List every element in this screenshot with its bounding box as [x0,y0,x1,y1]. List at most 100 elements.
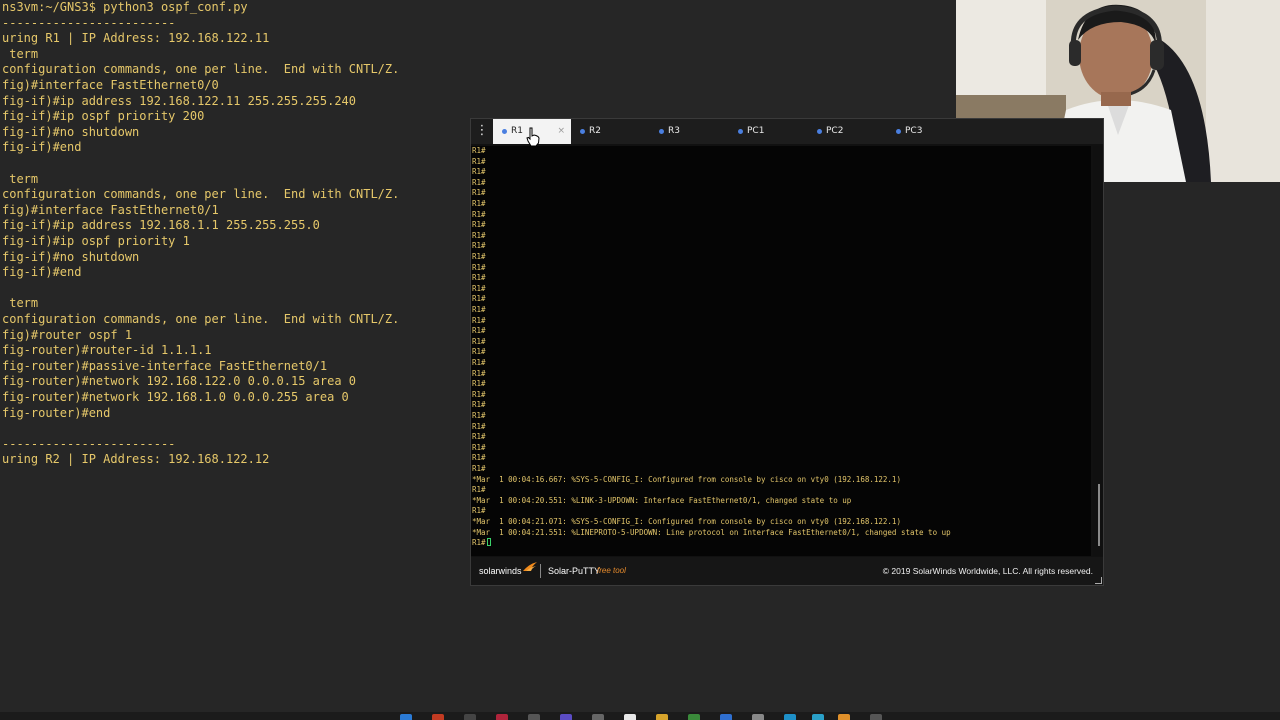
console-line-text: R1# [472,400,486,410]
console-line: R1# [472,369,486,380]
console-line-text: R1# [472,252,486,261]
taskbar-app-icon[interactable] [688,714,700,720]
terminal-line: fig)#router ospf 1 [2,327,133,342]
taskbar-app-icon[interactable] [592,714,604,720]
scrollbar-thumb[interactable] [1098,484,1100,546]
console-line-text: R1# [472,177,486,187]
tab-label: R3 [668,126,680,136]
taskbar-app-icon[interactable] [720,714,732,720]
console-line: R1# [472,263,486,274]
taskbar-app-icon[interactable] [752,714,764,720]
console-line: R1# [472,337,486,348]
console-line-text: R1# [472,432,486,442]
console-line-text: R1# [472,230,486,240]
taskbar-app-icon[interactable] [560,714,572,720]
taskbar-app-icon[interactable] [784,714,796,720]
tab-pc1[interactable]: PC1 [729,119,807,144]
terminal-line: fig-router)#network 192.168.122.0 0.0.0.… [2,374,357,389]
scrollbar[interactable] [1093,146,1103,556]
taskbar [0,712,1280,720]
putty-window: ⋮ R1 × R2 R3 PC1 PC2 PC3 R1# R1# R1# R1# R1# R1# R1#… [470,118,1104,586]
tab-pc3[interactable]: PC3 [887,119,965,144]
console-line: R1# [472,422,486,433]
terminal-line: fig-router)#end [2,405,111,420]
taskbar-app-icon[interactable] [496,714,508,720]
console-line: R1# [472,167,486,178]
taskbar-app-icon[interactable] [464,714,476,720]
terminal-line: fig-router)#passive-interface FastEthern… [2,358,328,373]
product-name: Solar-PuTTY [548,566,601,576]
console-line-text: R1# [472,358,486,367]
console-line: R1# [472,443,486,454]
console-line: R1# [472,538,491,549]
console-line-text: R1# [472,336,486,346]
terminal-line: fig-if)#ip address 192.168.1.1 255.255.2… [2,218,320,233]
tab-r3[interactable]: R3 [650,119,728,144]
console-line-text: R1# [472,368,486,378]
console-line-text: R1# [472,421,486,431]
console-line-text: *Mar 1 00:04:20.551: %LINK-3-UPDOWN: Int… [472,495,852,505]
terminal-line: fig-if)#ip address 192.168.122.11 255.25… [2,93,357,108]
console-line-text: R1# [472,453,486,463]
taskbar-app-icon[interactable] [838,714,850,720]
console-line: R1# [472,305,486,316]
taskbar-app-icon[interactable] [432,714,444,720]
terminal-line: fig-if)#no shutdown [2,124,140,139]
console-line: R1# [472,146,486,157]
console-output[interactable]: R1# R1# R1# R1# R1# R1# R1# R1# R1# R1# R1# R1# R1# R… [471,146,1091,556]
terminal-line: uring R1 | IP Address: 192.168.122.11 [2,31,270,46]
console-line-text: R1# [472,379,486,389]
console-line: R1# [472,379,486,390]
console-line: R1# [472,231,486,242]
footer-divider [540,564,541,578]
console-line: R1# [472,358,486,369]
taskbar-app-icon[interactable] [624,714,636,720]
taskbar-app-icon[interactable] [528,714,540,720]
status-dot-icon [896,129,901,134]
console-line: R1# [472,199,486,210]
console-line: R1# [472,464,486,475]
console-line: *Mar 1 00:04:20.551: %LINK-3-UPDOWN: Int… [472,496,851,507]
status-dot-icon [738,129,743,134]
console-line: *Mar 1 00:04:21.071: %SYS-5-CONFIG_I: Co… [472,517,901,528]
console-line: R1# [472,188,486,199]
taskbar-app-icon[interactable] [400,714,412,720]
terminal-line: ------------------------ [2,436,176,451]
console-line-text: R1# [472,326,486,336]
resize-grip-icon[interactable] [1095,577,1102,584]
close-icon[interactable]: × [557,119,565,144]
terminal-line: ns3vm:~/GNS3$ python3 ospf_conf.py [2,0,248,14]
console-line-text: R1# [472,294,486,304]
console-line: R1# [472,294,486,305]
console-line-text: R1# [472,283,486,293]
menu-icon[interactable]: ⋮ [475,123,489,139]
terminal-line: fig-if)#ip ospf priority 1 [2,234,190,248]
console-line-text: R1# [472,146,486,155]
console-line-text: R1# [472,209,486,219]
console-line: R1# [472,178,486,189]
console-line-text: R1# [472,538,486,548]
terminal-line: fig-router)#network 192.168.1.0 0.0.0.25… [2,390,349,404]
tab-pc2[interactable]: PC2 [808,119,886,144]
console-line-text: R1# [472,305,486,314]
console-line-text: R1# [472,464,486,473]
taskbar-app-icon[interactable] [870,714,882,720]
taskbar-app-icon[interactable] [656,714,668,720]
console-line: R1# [472,411,486,422]
taskbar-app-icon[interactable] [812,714,824,720]
product-tag: free tool [597,566,626,575]
tab-r2[interactable]: R2 [571,119,649,144]
console-line-text: R1# [472,262,486,272]
console-line: R1# [472,485,486,496]
terminal-line: fig)#interface FastEthernet0/1 [2,202,219,217]
console-line: R1# [472,390,486,401]
console-line-text: R1# [472,411,486,420]
console-line: R1# [472,210,486,221]
solarwinds-flame-icon [523,562,537,571]
console-line: R1# [472,273,486,284]
console-line-text: R1# [472,315,486,325]
console-line: R1# [472,220,486,231]
terminal-line: fig-if)#no shutdown [2,249,140,264]
tab-label: PC3 [905,126,923,136]
console-line-text: *Mar 1 00:04:16.667: %SYS-5-CONFIG_I: Co… [472,474,901,484]
